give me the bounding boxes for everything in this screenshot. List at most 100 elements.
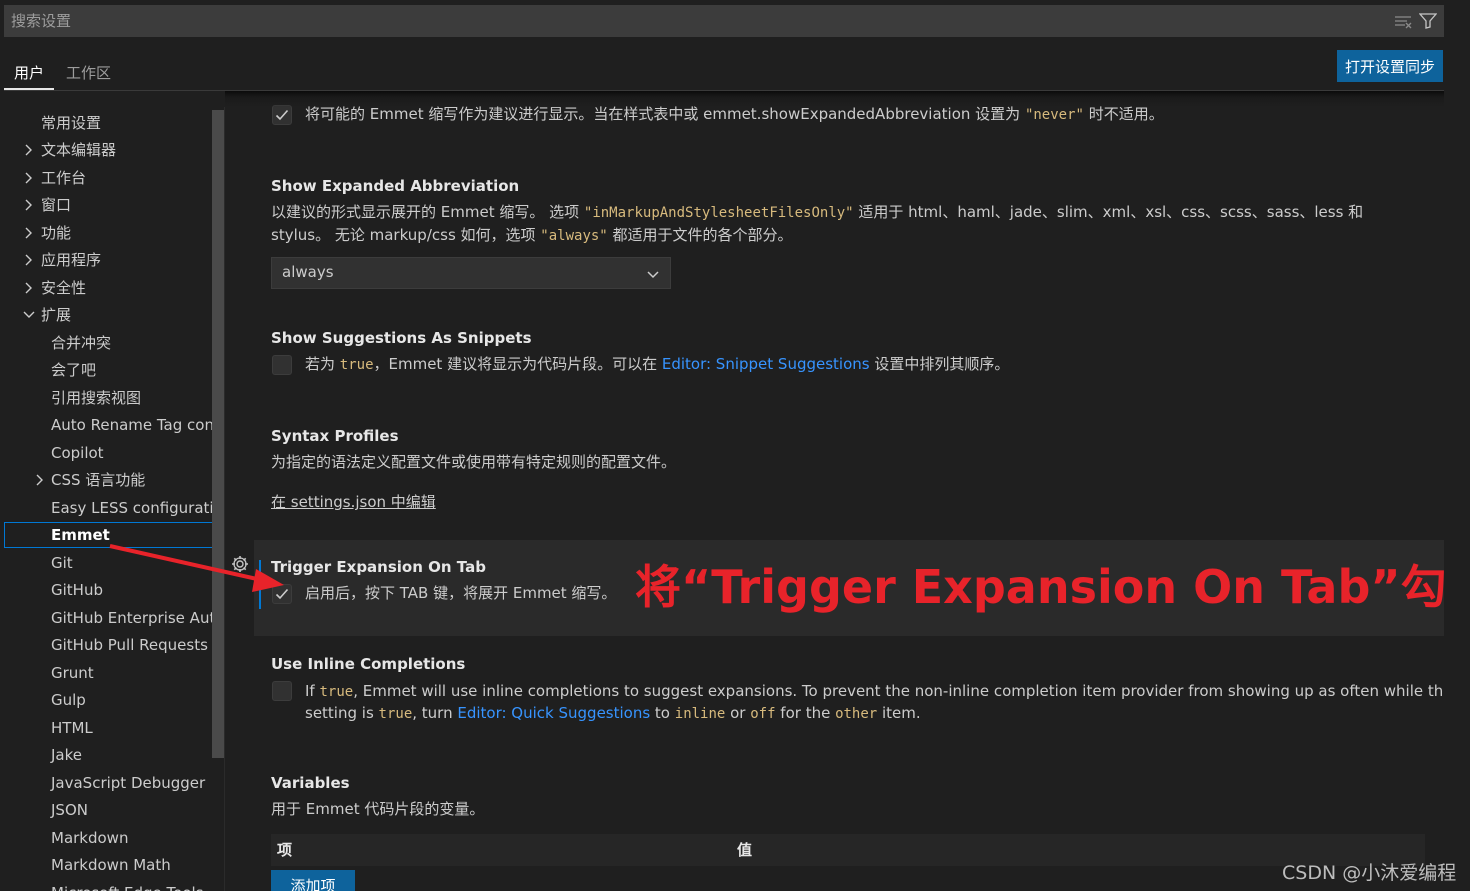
toc-item-label: 文本编辑器 bbox=[41, 141, 117, 159]
toc-item-label: GitHub bbox=[51, 581, 103, 599]
toc-item-label: Auto Rename Tag con... bbox=[51, 416, 224, 434]
toc-item-label: HTML bbox=[51, 719, 93, 737]
gear-icon[interactable] bbox=[230, 554, 250, 574]
settings-content: 将可能的 Emmet 缩写作为建议进行显示。当在样式表中或 emmet.show… bbox=[225, 91, 1444, 891]
chevron-right-icon[interactable] bbox=[33, 467, 47, 493]
setting-title: Variables bbox=[271, 774, 350, 792]
toc-item[interactable]: Gulp bbox=[0, 687, 222, 713]
setting-description: 以建议的形式显示展开的 Emmet 缩写。 选项 "inMarkupAndSty… bbox=[271, 203, 1364, 221]
toc-item[interactable]: Markdown Math bbox=[0, 852, 222, 878]
watermark: CSDN @小沐爱编程 bbox=[1282, 862, 1457, 884]
toc-item[interactable]: 文本编辑器 bbox=[0, 137, 222, 163]
toc-item[interactable]: Grunt bbox=[0, 660, 222, 686]
toc-item[interactable]: Copilot bbox=[0, 440, 222, 466]
toc-item[interactable]: 窗口 bbox=[0, 192, 222, 218]
setting-title: Trigger Expansion On Tab bbox=[271, 558, 486, 576]
toc-item[interactable]: Easy LESS configuration bbox=[0, 495, 224, 521]
toc-item[interactable]: GitHub Pull Requests bbox=[0, 632, 222, 658]
toc-item[interactable]: 应用程序 bbox=[0, 247, 222, 273]
settings-toc: 常用设置文本编辑器工作台窗口功能应用程序安全性扩展合并冲突会了吧引用搜索视图 Au… bbox=[0, 107, 224, 891]
toc-item[interactable]: Git bbox=[0, 550, 222, 576]
chevron-right-icon[interactable] bbox=[22, 137, 36, 163]
scroll-shadow bbox=[225, 91, 1444, 107]
variables-table-header: 项 值 bbox=[271, 834, 1425, 866]
toc-item-label: JSON bbox=[51, 801, 88, 819]
show-suggestions-as-snippets-checkbox[interactable] bbox=[272, 355, 292, 375]
toc-scrollbar[interactable] bbox=[212, 110, 224, 758]
setting-description: If true, Emmet will use inline completio… bbox=[305, 682, 1444, 700]
annotation-text: 将“Trigger Expansion On Tab”勾选✔ bbox=[635, 560, 1444, 614]
toc-item[interactable]: GitHub Enterprise Aut... bbox=[0, 605, 224, 631]
toc-item-label: 工作台 bbox=[41, 169, 87, 187]
toc-item[interactable]: 扩展 bbox=[0, 302, 222, 328]
toc-item[interactable]: Microsoft Edge Tools bbox=[0, 880, 222, 891]
toc-item[interactable]: Jake bbox=[0, 742, 222, 768]
setting-description: 若为 true，Emmet 建议将显示为代码片段。可以在 Editor: Sni… bbox=[305, 355, 1010, 373]
toc-item[interactable]: 合并冲突 bbox=[0, 330, 222, 356]
setting-description: 启用后，按下 TAB 键，将展开 Emmet 缩写。 bbox=[305, 584, 617, 602]
column-header-item: 项 bbox=[277, 841, 293, 859]
toc-item-label: 常用设置 bbox=[41, 114, 102, 132]
chevron-right-icon[interactable] bbox=[22, 247, 36, 273]
toc-item-label: 扩展 bbox=[41, 306, 72, 324]
toc-item-label: Grunt bbox=[51, 664, 94, 682]
setting-title: Show Expanded Abbreviation bbox=[271, 177, 520, 195]
clear-filter-icon[interactable] bbox=[1394, 13, 1412, 29]
setting-description: 为指定的语法定义配置文件或使用带有特定规则的配置文件。 bbox=[271, 453, 677, 471]
show-expanded-abbreviation-select[interactable]: always bbox=[271, 257, 671, 289]
toc-item-label: Emmet bbox=[51, 526, 110, 544]
chevron-right-icon[interactable] bbox=[22, 220, 36, 246]
open-settings-sync-button[interactable]: 打开设置同步 bbox=[1337, 50, 1443, 82]
search-input[interactable] bbox=[11, 6, 1381, 36]
tab-workspace[interactable]: 工作区 bbox=[66, 62, 111, 83]
setting-description: stylus。 无论 markup/css 如何，选项 "always" 都适用… bbox=[271, 226, 793, 244]
toc-item[interactable]: JavaScript Debugger bbox=[0, 770, 222, 796]
toc-item-label: 功能 bbox=[41, 224, 72, 242]
toc-item-label: JavaScript Debugger bbox=[51, 774, 206, 792]
setting-title: Use Inline Completions bbox=[271, 655, 466, 673]
focus-indicator bbox=[259, 560, 261, 609]
toc-item-label: 会了吧 bbox=[51, 361, 97, 379]
use-inline-completions-checkbox[interactable] bbox=[272, 681, 292, 701]
toc-item[interactable]: CSS 语言功能 bbox=[0, 467, 222, 493]
toc-item-label: 应用程序 bbox=[41, 251, 102, 269]
toc-item[interactable]: 安全性 bbox=[0, 275, 222, 301]
filter-icon[interactable] bbox=[1418, 13, 1438, 29]
add-item-button[interactable]: 添加项 bbox=[271, 870, 355, 891]
toc-item-label: Git bbox=[51, 554, 73, 572]
toc-item[interactable]: 会了吧 bbox=[0, 357, 222, 383]
chevron-down-icon[interactable] bbox=[22, 302, 36, 328]
toc-item[interactable]: 工作台 bbox=[0, 165, 222, 191]
toc-item[interactable]: 引用搜索视图 bbox=[0, 385, 222, 411]
toc-item-label: Markdown Math bbox=[51, 856, 171, 874]
toc-item-label: 合并冲突 bbox=[51, 334, 112, 352]
toc-item[interactable]: 常用设置 bbox=[0, 110, 222, 136]
toc-item[interactable]: Emmet bbox=[4, 522, 223, 548]
quick-suggestions-link[interactable]: Editor: Quick Suggestions bbox=[457, 704, 650, 722]
chevron-right-icon[interactable] bbox=[22, 165, 36, 191]
toc-item-label: Markdown bbox=[51, 829, 129, 847]
snippet-suggestions-link[interactable]: Editor: Snippet Suggestions bbox=[662, 355, 870, 373]
toc-item[interactable]: Auto Rename Tag con... bbox=[0, 412, 224, 438]
toc-item[interactable]: GitHub bbox=[0, 577, 222, 603]
show-abbreviation-suggestions-checkbox[interactable] bbox=[272, 105, 292, 125]
toc-item[interactable]: Markdown bbox=[0, 825, 222, 851]
toc-item-label: 窗口 bbox=[41, 196, 72, 214]
toc-item-label: 引用搜索视图 bbox=[51, 389, 142, 407]
toc-item-label: Microsoft Edge Tools bbox=[51, 880, 204, 891]
setting-description: 用于 Emmet 代码片段的变量。 bbox=[271, 800, 485, 818]
edit-in-settings-json-link[interactable]: 在 settings.json 中编辑 bbox=[271, 491, 436, 512]
chevron-down-icon bbox=[646, 267, 660, 285]
chevron-right-icon[interactable] bbox=[22, 192, 36, 218]
toc-item[interactable]: JSON bbox=[0, 797, 222, 823]
trigger-expansion-on-tab-checkbox[interactable] bbox=[272, 584, 292, 604]
toc-item-label: Jake bbox=[51, 746, 82, 764]
column-header-value: 值 bbox=[737, 841, 753, 859]
chevron-right-icon[interactable] bbox=[22, 275, 36, 301]
toc-item[interactable]: 功能 bbox=[0, 220, 222, 246]
toc-item[interactable]: HTML bbox=[0, 715, 222, 741]
toc-item-label: Copilot bbox=[51, 444, 104, 462]
tab-user[interactable]: 用户 bbox=[14, 62, 44, 83]
setting-title: Show Suggestions As Snippets bbox=[271, 329, 532, 347]
toc-item-label: GitHub Pull Requests bbox=[51, 636, 208, 654]
